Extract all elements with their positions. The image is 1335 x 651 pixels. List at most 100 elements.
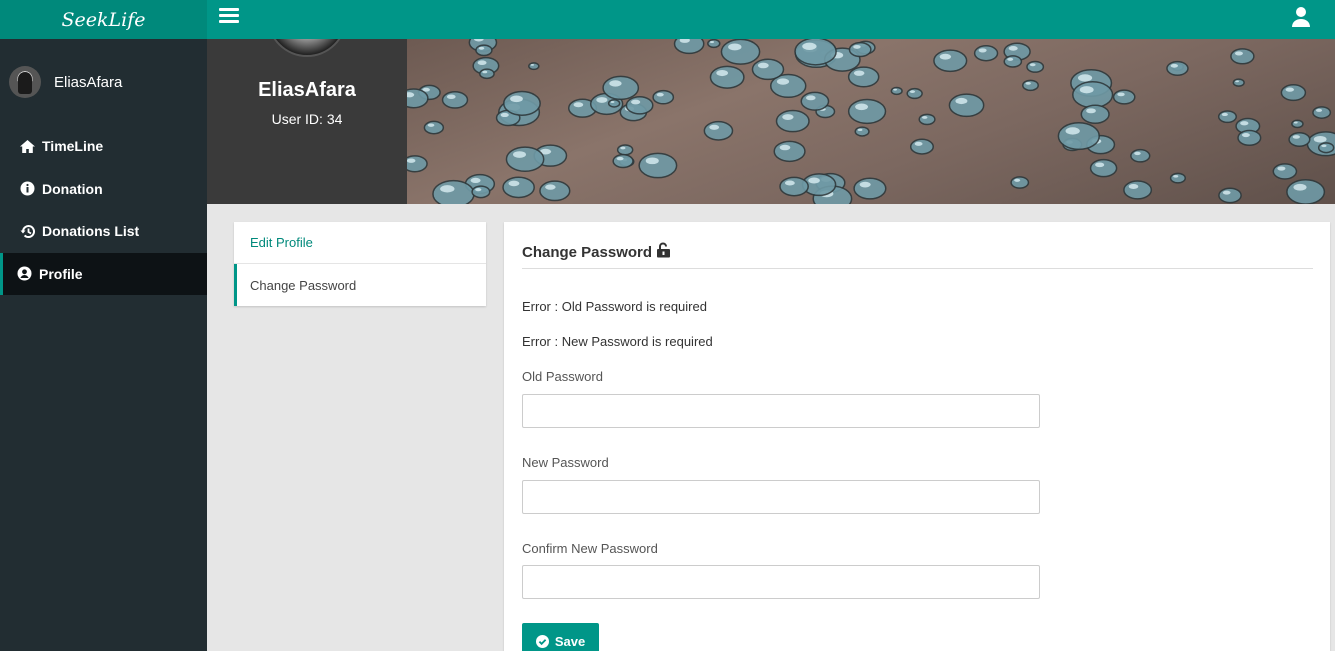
cover-drop: [906, 87, 923, 100]
cover-drop-highlight: [728, 43, 742, 51]
old-password-input[interactable]: [522, 394, 1040, 428]
cover-drop: [800, 91, 830, 111]
cover-drop: [1280, 84, 1307, 102]
confirm-password-label: Confirm New Password: [522, 541, 658, 556]
card-divider: [522, 268, 1313, 269]
cover-drop-highlight: [1025, 82, 1031, 85]
cover-drop-highlight: [1240, 121, 1249, 126]
cover-image: [407, 39, 1335, 204]
profile-header: EliasAfara User ID: 34: [207, 39, 407, 204]
cover-drop: [612, 153, 634, 169]
cover-drop: [479, 68, 495, 80]
sidebar-item-label: Donation: [42, 180, 103, 197]
cover-drop: [407, 88, 429, 109]
sidebar-user-panel: EliasAfara: [9, 66, 122, 98]
cover-drop-highlight: [596, 97, 608, 103]
cover-drop-highlight: [955, 97, 968, 105]
cover-drop-highlight: [1007, 57, 1014, 61]
new-password-input[interactable]: [522, 480, 1040, 514]
cover-drop-highlight: [1285, 87, 1295, 92]
cover-drop-highlight: [1234, 51, 1243, 56]
cover-drop: [720, 39, 761, 65]
menu-toggle-button[interactable]: [219, 8, 239, 26]
cover-drop-highlight: [510, 95, 523, 103]
cover-drop-highlight: [1086, 108, 1096, 114]
cover-drop: [638, 152, 678, 179]
cover-drop-highlight: [1170, 63, 1178, 68]
error-old-password: Error : Old Password is required: [522, 299, 707, 314]
cover-drop-highlight: [1079, 86, 1094, 94]
cover-drop-highlight: [1128, 184, 1139, 189]
sidebar-item-donation[interactable]: Donation: [0, 168, 207, 211]
cover-drop: [1010, 176, 1030, 189]
user-menu-icon[interactable]: [1291, 6, 1311, 28]
sidebar-item-label: Profile: [39, 265, 83, 282]
tab-edit-profile[interactable]: Edit Profile: [234, 222, 486, 264]
sidebar-item-profile[interactable]: Profile: [0, 252, 207, 295]
cover-drop-highlight: [776, 78, 790, 85]
cover-drop: [1072, 81, 1114, 109]
cover-drop-highlight: [440, 185, 455, 193]
sidebar-item-label: Donations List: [42, 223, 140, 240]
cover-drop: [528, 62, 540, 71]
cover-drop-highlight: [1029, 63, 1036, 67]
cover-drop-highlight: [914, 141, 923, 146]
cover-drop: [1130, 148, 1151, 163]
cover-drop-highlight: [530, 64, 535, 66]
cover-drop-highlight: [1117, 92, 1125, 97]
cover-drop-highlight: [620, 146, 626, 150]
cover-drop: [441, 91, 469, 109]
top-navbar: SeekLife: [0, 0, 1335, 39]
cover-drop: [973, 45, 999, 62]
cover-drop: [933, 49, 968, 73]
sidebar-item-donations-list[interactable]: Donations List: [0, 210, 207, 253]
cover-drop-highlight: [779, 144, 791, 151]
cover-drop: [948, 93, 985, 118]
cover-drop: [854, 126, 870, 137]
cover-drop-highlight: [482, 70, 488, 74]
cover-drop: [1112, 89, 1136, 105]
cover-drop-highlight: [855, 103, 869, 111]
brand-logo[interactable]: SeekLife: [0, 0, 207, 39]
cover-drop-highlight: [802, 42, 817, 51]
cover-drop: [847, 66, 880, 88]
cover-drop-highlight: [1293, 121, 1298, 124]
cover-drop-highlight: [446, 94, 456, 100]
cover-drop-highlight: [1293, 183, 1307, 191]
cover-drop: [751, 58, 785, 81]
cover-drop-highlight: [857, 128, 863, 132]
cover-drop-highlight: [782, 114, 794, 120]
cover-drop: [502, 176, 535, 199]
cover-drop: [475, 44, 493, 57]
cover-drop-highlight: [1313, 135, 1327, 143]
cover-drop: [423, 120, 445, 135]
cover-drop: [1317, 142, 1335, 154]
cover-drop-highlight: [1014, 178, 1021, 182]
cover-drop-highlight: [1222, 190, 1231, 195]
save-button[interactable]: Save: [522, 623, 599, 651]
change-password-card: Change Password Error : Old Password is …: [504, 222, 1330, 651]
cover-drop: [502, 90, 541, 116]
cover-drop: [407, 155, 428, 173]
sidebar-item-timeline[interactable]: TimeLine: [0, 125, 207, 168]
cover-drop-highlight: [545, 184, 556, 190]
cover-drop-highlight: [784, 180, 795, 186]
cover-drop-highlight: [921, 116, 928, 119]
confirm-password-input[interactable]: [522, 565, 1040, 599]
cover-drop-highlight: [709, 40, 715, 44]
profile-tabs: Edit Profile Change Password: [234, 222, 486, 306]
cover-drop: [602, 75, 640, 101]
tab-change-password[interactable]: Change Password: [234, 264, 486, 306]
check-circle-icon: [535, 634, 549, 648]
avatar: [9, 66, 41, 98]
cover-drop-highlight: [609, 80, 622, 87]
cover-drop-highlight: [470, 177, 481, 184]
profile-user-id: User ID: 34: [271, 111, 343, 127]
cover-drop-highlight: [909, 90, 916, 93]
cover-drop-highlight: [645, 157, 659, 165]
cover-drop-highlight: [1241, 132, 1250, 138]
user-circle-icon: [16, 265, 33, 282]
cover-drop-highlight: [1292, 135, 1300, 139]
cover-drop-highlight: [1321, 144, 1327, 148]
cover-drop: [909, 138, 934, 155]
